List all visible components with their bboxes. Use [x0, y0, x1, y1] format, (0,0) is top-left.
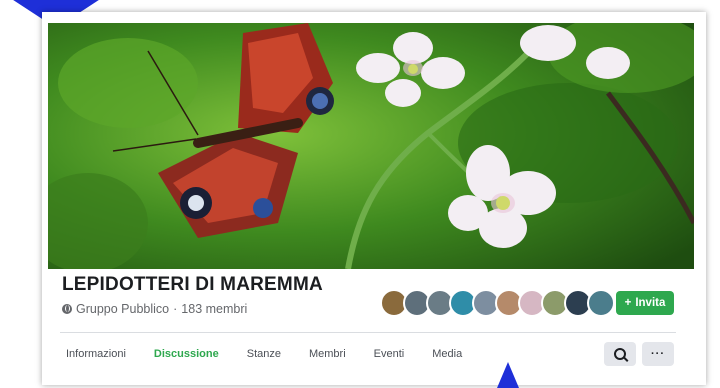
header-divider	[60, 332, 676, 333]
invite-label: Invita	[635, 297, 666, 309]
search-icon	[614, 348, 626, 360]
group-meta: Gruppo Pubblico · 183 membri	[62, 302, 247, 316]
tab-stanze[interactable]: Stanze	[243, 348, 285, 360]
tab-discussione[interactable]: Discussione	[150, 348, 223, 360]
member-avatar[interactable]	[587, 289, 615, 317]
group-privacy: Gruppo Pubblico	[76, 302, 170, 316]
tab-eventi[interactable]: Eventi	[370, 348, 409, 360]
search-button[interactable]	[604, 342, 636, 366]
tab-informazioni[interactable]: Informazioni	[62, 348, 130, 360]
decorative-star-bottom	[497, 362, 519, 388]
member-count[interactable]: 183 membri	[181, 302, 247, 316]
cover-photo-butterfly-flowers	[48, 23, 694, 269]
plus-icon: +	[624, 297, 632, 309]
meta-separator: ·	[173, 302, 178, 316]
group-header-card: LEPIDOTTERI DI MAREMMA Gruppo Pubblico ·…	[42, 12, 706, 385]
cover-photo	[48, 23, 694, 269]
more-icon: ···	[651, 348, 665, 360]
group-tabs: Informazioni Discussione Stanze Membri Event…	[62, 348, 466, 360]
tab-membri[interactable]: Membri	[305, 348, 350, 360]
invite-button[interactable]: + Invita	[616, 291, 674, 315]
group-name[interactable]: LEPIDOTTERI DI MAREMMA	[62, 274, 323, 296]
globe-icon	[62, 304, 72, 314]
member-avatars[interactable]	[380, 289, 615, 317]
more-button[interactable]: ···	[642, 342, 674, 366]
tab-media[interactable]: Media	[428, 348, 466, 360]
